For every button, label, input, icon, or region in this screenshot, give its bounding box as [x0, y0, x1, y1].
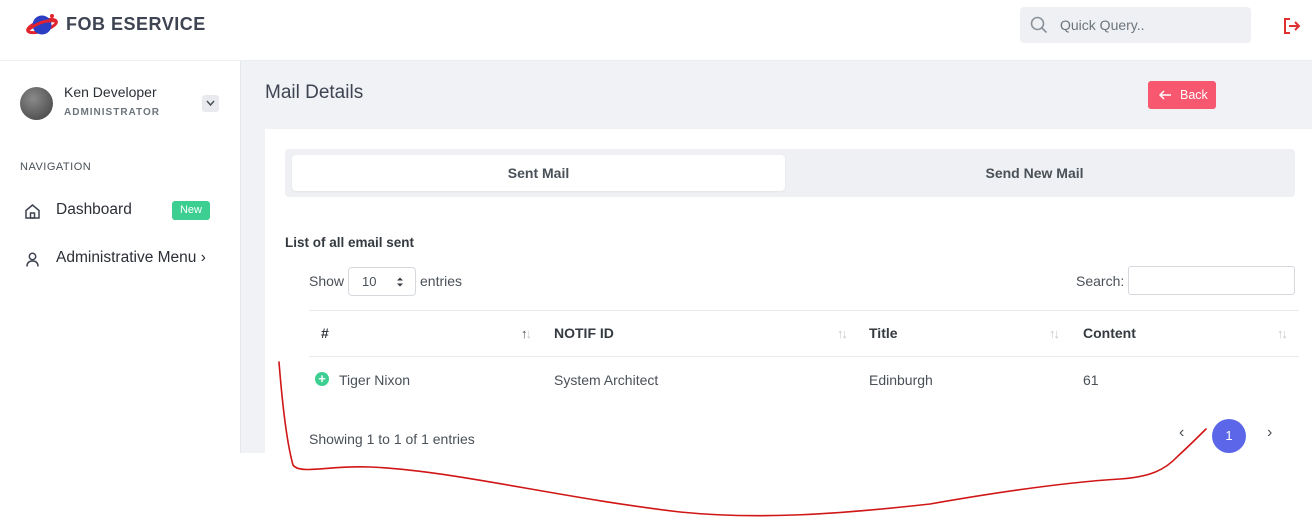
- quick-query-box[interactable]: [1020, 7, 1251, 43]
- planet-logo-icon: [26, 14, 58, 35]
- back-button[interactable]: Back: [1148, 81, 1216, 109]
- main-content: Mail Details Back Sent Mail Send New Mai…: [241, 61, 1312, 453]
- mail-card: Sent Mail Send New Mail List of all emai…: [265, 129, 1312, 453]
- sidebar-item-label: Administrative Menu ›: [56, 249, 206, 266]
- sort-icon[interactable]: ↑↓: [1049, 326, 1060, 341]
- table-search-input[interactable]: [1128, 266, 1295, 295]
- pagination-next-button[interactable]: ›: [1267, 424, 1272, 442]
- user-name: Ken Developer: [64, 84, 157, 100]
- sort-icon[interactable]: ↑↓: [837, 326, 848, 341]
- user-role: ADMINISTRATOR: [64, 107, 160, 118]
- brand-name[interactable]: FOB ESERVICE: [66, 14, 206, 35]
- sort-icon[interactable]: ↑↓: [1277, 326, 1288, 341]
- sort-asc-icon[interactable]: ↑↓: [521, 326, 532, 341]
- sidebar: Ken Developer ADMINISTRATOR NAVIGATION D…: [0, 61, 241, 453]
- column-header-notif-id[interactable]: NOTIF ID: [554, 325, 614, 341]
- expand-row-icon[interactable]: +: [315, 372, 329, 386]
- back-label: Back: [1180, 88, 1208, 102]
- cell-index: Tiger Nixon: [339, 372, 411, 388]
- show-label: Show: [309, 273, 345, 289]
- search-label: Search:: [1076, 273, 1125, 289]
- chevron-down-icon: [206, 100, 215, 107]
- new-badge: New: [172, 201, 210, 220]
- user-menu-toggle[interactable]: [202, 95, 219, 112]
- pagination-prev-button[interactable]: ‹: [1179, 424, 1184, 442]
- quick-query-input[interactable]: [1060, 15, 1240, 35]
- sidebar-item-administrative-menu[interactable]: Administrative Menu ›: [24, 247, 214, 271]
- table-row: + Tiger Nixon System Architect Edinburgh…: [309, 357, 1299, 403]
- tab-sent-mail[interactable]: Sent Mail: [292, 155, 785, 191]
- search-icon: [1030, 16, 1048, 34]
- navigation-heading: NAVIGATION: [20, 161, 92, 173]
- home-icon: [25, 204, 40, 219]
- list-caption: List of all email sent: [285, 235, 415, 250]
- cell-content: 61: [1083, 372, 1099, 388]
- column-header-title[interactable]: Title: [869, 325, 898, 341]
- arrow-left-icon: [1159, 90, 1171, 100]
- page-title: Mail Details: [265, 82, 364, 103]
- top-bar: FOB ESERVICE: [0, 0, 1312, 61]
- pagination-page-button[interactable]: 1: [1212, 419, 1246, 453]
- page-size-select[interactable]: 10: [348, 267, 416, 296]
- tab-send-new-mail[interactable]: Send New Mail: [788, 155, 1281, 191]
- column-header-content[interactable]: Content: [1083, 325, 1136, 341]
- table-info: Showing 1 to 1 of 1 entries: [309, 431, 475, 447]
- logout-icon[interactable]: [1282, 16, 1302, 36]
- avatar[interactable]: [20, 87, 53, 120]
- sidebar-item-label: Dashboard: [56, 201, 132, 218]
- cell-title: Edinburgh: [869, 372, 933, 388]
- select-arrows-icon: [397, 277, 403, 287]
- column-header-index[interactable]: #: [321, 325, 329, 341]
- table-header: # ↑↓ NOTIF ID ↑↓ Title ↑↓ Content ↑↓: [309, 310, 1299, 357]
- user-icon: [26, 252, 39, 267]
- page-size-value: 10: [362, 274, 377, 289]
- tab-bar: Sent Mail Send New Mail: [285, 149, 1295, 197]
- cell-notif-id: System Architect: [554, 372, 659, 388]
- entries-label: entries: [420, 273, 463, 289]
